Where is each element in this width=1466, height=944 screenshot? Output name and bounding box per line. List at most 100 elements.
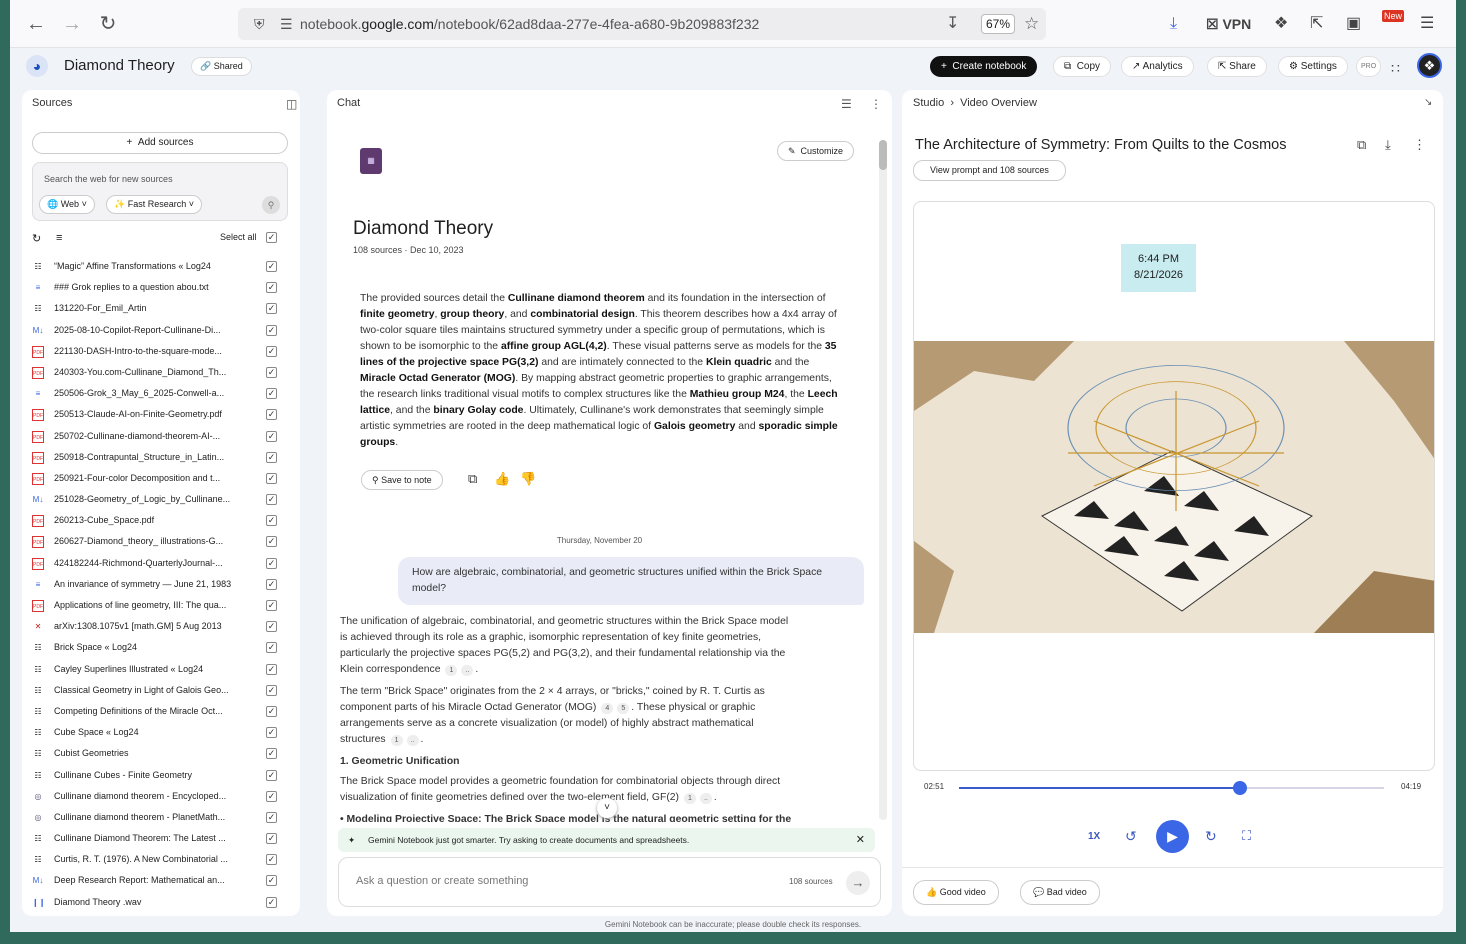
address-bar[interactable]: ⛨ ☰ notebook.google.com/notebook/62ad8da… [238,8,1046,40]
source-item[interactable]: ☷ Curtis, R. T. (1976). A New Combinatori… [32,849,290,870]
source-item[interactable]: PDF 424182244-Richmond-QuarterlyJournal-.… [32,553,290,574]
back-icon[interactable]: ← [24,12,48,36]
source-checkbox[interactable]: ✓ [266,557,277,569]
analytics-button[interactable]: ↗ Analytics [1121,56,1194,77]
source-checkbox[interactable]: ✓ [266,430,277,442]
chat-options-icon[interactable]: ☰ [841,97,852,111]
source-checkbox[interactable]: ✓ [266,769,277,781]
source-item[interactable]: PDF 221130-DASH-Intro-to-the-square-mode.… [32,341,290,362]
copy-button[interactable]: ⧉ Copy [1053,56,1112,77]
select-all-checkbox[interactable]: ✓ [266,232,277,243]
source-item[interactable]: ≡ 250506-Grok_3_May_6_2025-Conwell-a... ✓ [32,383,290,404]
settings-button[interactable]: ⚙ Settings [1278,56,1348,77]
install-icon[interactable]: ↧ [946,8,959,40]
source-checkbox[interactable]: ✓ [266,494,277,506]
source-checkbox[interactable]: ✓ [266,472,277,484]
source-checkbox[interactable]: ✓ [266,875,277,887]
source-item[interactable]: ◎ Cullinane diamond theorem - PlanetMath.… [32,807,290,828]
scroll-down-icon[interactable]: ˅ [597,798,617,818]
source-item[interactable]: ☷ Classical Geometry in Light of Galois G… [32,680,290,701]
sidebar-toggle-icon[interactable]: ▣ [1346,12,1361,36]
source-item[interactable]: PDF Applications of line geometry, III: T… [32,595,290,616]
source-item[interactable]: PDF 250921-Four-color Decomposition and t… [32,468,290,489]
source-item[interactable]: ☷ Cullinane Cubes - Finite Geometry ✓ [32,765,290,786]
citation-more[interactable]: .. [699,793,712,804]
notebook-logo-icon[interactable]: ◕ [26,55,48,77]
video-player[interactable]: 6:44 PM 8/21/2026 [913,201,1435,771]
extension-icon[interactable]: ❖ [1274,12,1288,36]
share-icon[interactable]: ⧉ [1357,137,1366,153]
source-item[interactable]: ☷ Competing Definitions of the Miracle Oc… [32,701,290,722]
source-checkbox[interactable]: ✓ [266,621,277,633]
source-checkbox[interactable]: ✓ [266,409,277,421]
source-checkbox[interactable]: ✓ [266,303,277,315]
seek-handle[interactable] [1232,781,1247,795]
chat-scrollbar[interactable] [879,140,887,820]
source-item[interactable]: ≡ ### Grok replies to a question abou.txt… [32,277,290,298]
citation-more[interactable]: .. [406,735,419,746]
chat-input-box[interactable]: Ask a question or create something 108 s… [338,857,881,907]
citation-more[interactable]: .. [461,665,474,676]
web-dropdown[interactable]: 🌐 Web ˅ [39,195,95,214]
source-item[interactable]: PDF 250702-Cullinane-diamond-theorem-AI-.… [32,426,290,447]
download-icon[interactable]: ⤓ [1385,137,1391,153]
send-icon[interactable]: → [846,871,870,895]
chat-input[interactable]: Ask a question or create something [356,875,528,887]
source-item[interactable]: PDF 240303-You.com-Cullinane_Diamond_Th..… [32,362,290,383]
notebook-title[interactable]: Diamond Theory [64,57,175,74]
source-checkbox[interactable]: ✓ [266,727,277,739]
source-checkbox[interactable]: ✓ [266,578,277,590]
source-checkbox[interactable]: ✓ [266,663,277,675]
source-item[interactable]: PDF 250513-Claude-AI-on-Finite-Geometry.p… [32,404,290,425]
share-button[interactable]: ⇱ Share [1207,56,1267,77]
source-item[interactable]: PDF 260213-Cube_Space.pdf ✓ [32,510,290,531]
source-checkbox[interactable]: ✓ [266,705,277,717]
thumbs-up-icon[interactable]: 👍 [494,471,510,487]
source-item[interactable]: ≡ An invariance of symmetry — June 21, 19… [32,574,290,595]
create-notebook-button[interactable]: + Create notebook [930,56,1038,77]
playback-speed[interactable]: 1X [1088,831,1100,842]
source-item[interactable]: ☷ “Magic” Affine Transformations « Log24 ✓ [32,256,290,277]
vpn-button[interactable]: ☒ VPN [1206,12,1251,36]
citation[interactable]: 4 [601,703,614,714]
citation[interactable]: 1 [445,665,458,676]
citation[interactable]: 5 [617,703,630,714]
source-checkbox[interactable]: ✓ [266,896,277,908]
sort-icon[interactable]: ≡ [56,232,62,244]
seek-bar[interactable] [959,781,1384,795]
share-page-icon[interactable]: ⇱ [1310,12,1323,36]
menu-icon[interactable]: ☰ [1420,12,1434,36]
avatar[interactable]: ❖ [1417,53,1442,78]
chat-more-icon[interactable]: ⋮ [870,97,882,111]
source-item[interactable]: M↓ 251028-Geometry_of_Logic_by_Cullinane.… [32,489,290,510]
collapse-panel-icon[interactable]: ◫ [286,97,297,111]
collapse-icon[interactable]: ↘ [1424,97,1432,108]
forward-10-icon[interactable]: ↻ [1205,828,1217,845]
source-item[interactable]: PDF 250918-Contrapuntal_Structure_in_Lati… [32,447,290,468]
thumbs-down-icon[interactable]: 👎 [520,471,536,487]
source-item[interactable]: M↓ Deep Research Report: Mathematical an.… [32,870,290,891]
zoom-level[interactable]: 67% [981,14,1015,34]
close-icon[interactable]: ✕ [856,828,865,852]
add-sources-button[interactable]: + Add sources [32,132,288,154]
fullscreen-icon[interactable]: ⛶ [1242,828,1251,844]
refresh-icon[interactable]: ↻ [32,232,41,245]
source-checkbox[interactable]: ✓ [266,261,277,272]
source-checkbox[interactable]: ✓ [266,748,277,760]
copy-icon[interactable]: ⧉ [468,471,477,487]
source-checkbox[interactable]: ✓ [266,600,277,611]
apps-grid-icon[interactable]: ∷ [1391,56,1400,80]
source-item[interactable]: ◎ Cullinane diamond theorem - Encycloped.… [32,786,290,807]
source-checkbox[interactable]: ✓ [266,324,277,336]
source-checkbox[interactable]: ✓ [266,854,277,866]
web-search-input[interactable]: Search the web for new sources [44,174,173,184]
forward-icon[interactable]: → [60,12,84,36]
source-checkbox[interactable]: ✓ [266,388,277,400]
source-checkbox[interactable]: ✓ [266,515,277,527]
site-settings-icon[interactable]: ☰ [280,8,293,40]
search-icon[interactable]: ⚲ [262,196,280,214]
customize-button[interactable]: ✎ Customize [777,141,855,161]
source-item[interactable]: ☷ 131220-For_Emil_Artin ✓ [32,298,290,319]
more-icon[interactable]: ⋮ [1413,137,1426,153]
chat-scroll-thumb[interactable] [879,140,887,170]
